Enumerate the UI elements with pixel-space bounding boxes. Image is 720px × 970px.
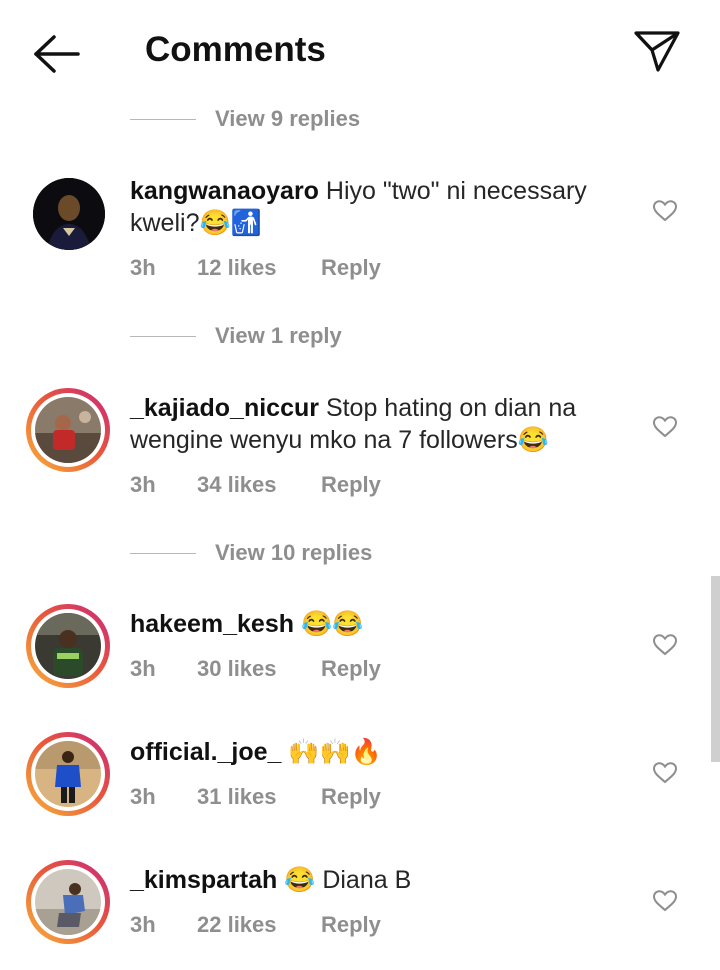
comment-meta: 3h 31 likes Reply: [130, 784, 381, 810]
comment-time: 3h: [130, 784, 156, 809]
view-replies-button[interactable]: View 9 replies: [130, 104, 360, 134]
view-replies-button[interactable]: View 1 reply: [130, 321, 342, 351]
comment-meta: 3h 30 likes Reply: [130, 656, 381, 682]
profile-photo: [33, 178, 105, 250]
divider-line: [130, 118, 196, 120]
avatar[interactable]: [26, 388, 110, 472]
reply-button[interactable]: Reply: [321, 656, 381, 682]
heart-icon[interactable]: [652, 199, 678, 223]
heart-icon[interactable]: [652, 889, 678, 913]
reply-button[interactable]: Reply: [321, 472, 381, 498]
comment-text: 😂 Diana B: [284, 866, 412, 894]
reply-button[interactable]: Reply: [321, 784, 381, 810]
avatar[interactable]: [26, 860, 110, 944]
avatar[interactable]: [33, 178, 105, 250]
comment-meta: 3h 34 likes Reply: [130, 472, 381, 498]
comment-likes[interactable]: 34 likes: [197, 472, 321, 498]
avatar[interactable]: [26, 604, 110, 688]
heart-icon[interactable]: [652, 761, 678, 785]
comment-username[interactable]: _kimspartah: [130, 866, 277, 894]
profile-photo: [35, 397, 101, 463]
comment-body: _kimspartah 😂 Diana B: [130, 864, 630, 896]
comment-body: kangwanaoyaro Hiyo "two" ni necessary kw…: [130, 175, 630, 239]
arrow-left-icon: [34, 35, 80, 73]
comment-text: 🙌🙌🔥: [288, 738, 382, 766]
share-button[interactable]: [632, 28, 682, 74]
divider-line: [130, 335, 196, 337]
comment-time: 3h: [130, 472, 156, 497]
divider-line: [130, 552, 196, 554]
view-replies-label: View 9 replies: [215, 106, 361, 131]
view-replies-label: View 1 reply: [215, 323, 342, 348]
comments-header: Comments: [0, 0, 720, 100]
comment-time: 3h: [130, 656, 156, 681]
reply-button[interactable]: Reply: [321, 255, 381, 281]
profile-photo: [35, 613, 101, 679]
comment-likes[interactable]: 31 likes: [197, 784, 321, 810]
scrollbar[interactable]: [711, 576, 720, 762]
comment-likes[interactable]: 30 likes: [197, 656, 321, 682]
comment-username[interactable]: _kajiado_niccur: [130, 394, 319, 422]
comment-username[interactable]: kangwanaoyaro: [130, 177, 319, 205]
comment-body: official._joe_ 🙌🙌🔥: [130, 736, 630, 768]
heart-icon[interactable]: [652, 415, 678, 439]
comment-username[interactable]: official._joe_: [130, 738, 281, 766]
comment-username[interactable]: hakeem_kesh: [130, 610, 294, 638]
view-replies-button[interactable]: View 10 replies: [130, 538, 372, 568]
comment-meta: 3h 22 likes Reply: [130, 912, 381, 938]
avatar[interactable]: [26, 732, 110, 816]
heart-icon[interactable]: [652, 633, 678, 657]
page-title: Comments: [145, 30, 326, 69]
comment-meta: 3h 12 likes Reply: [130, 255, 381, 281]
comment-likes[interactable]: 22 likes: [197, 912, 321, 938]
comment-time: 3h: [130, 255, 156, 280]
comment-likes[interactable]: 12 likes: [197, 255, 321, 281]
comment-time: 3h: [130, 912, 156, 937]
comment-body: hakeem_kesh 😂😂: [130, 608, 630, 640]
comment-text: 😂😂: [300, 610, 364, 638]
comment-body: _kajiado_niccur Stop hating on dian na w…: [130, 392, 630, 456]
profile-photo: [35, 741, 101, 807]
reply-button[interactable]: Reply: [321, 912, 381, 938]
view-replies-label: View 10 replies: [215, 540, 373, 565]
profile-photo: [35, 869, 101, 935]
back-button[interactable]: [30, 32, 82, 76]
paper-plane-icon: [634, 31, 680, 72]
